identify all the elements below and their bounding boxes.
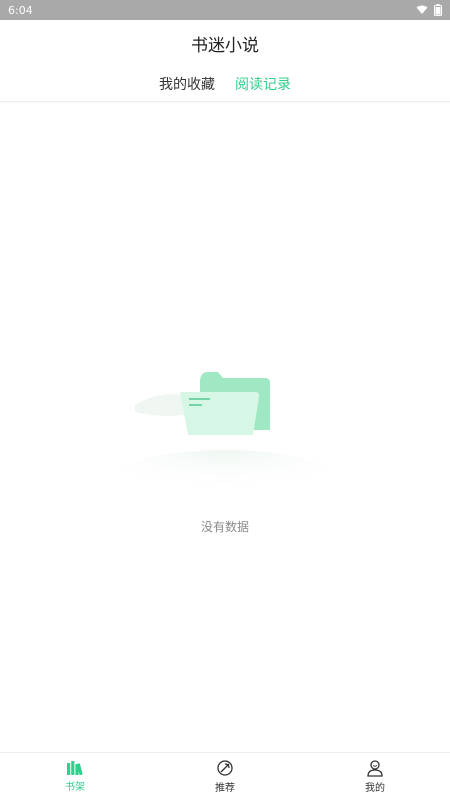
recommend-icon bbox=[216, 759, 234, 777]
empty-message: 没有数据 bbox=[200, 520, 249, 534]
empty-folder-icon bbox=[100, 360, 350, 510]
battery-icon bbox=[434, 4, 442, 16]
tab-favorites[interactable]: 我的收藏 bbox=[159, 74, 215, 94]
profile-icon bbox=[366, 759, 384, 777]
bottom-nav: 书架 推荐 我的 bbox=[0, 752, 450, 800]
nav-item-bookshelf[interactable]: 书架 bbox=[35, 755, 115, 799]
nav-item-profile[interactable]: 我的 bbox=[335, 755, 415, 799]
tab-bar: 我的收藏 阅读记录 bbox=[0, 66, 450, 102]
tab-reading-history[interactable]: 阅读记录 bbox=[235, 74, 291, 94]
page-title: 书迷小说 bbox=[191, 35, 259, 56]
wifi-icon bbox=[416, 5, 428, 15]
nav-label-profile: 我的 bbox=[365, 783, 385, 794]
nav-label-recommend: 推荐 bbox=[215, 783, 235, 794]
bookshelf-icon bbox=[66, 760, 84, 776]
status-time: 6:04 bbox=[8, 3, 33, 17]
nav-label-bookshelf: 书架 bbox=[65, 782, 85, 793]
status-bar: 6:04 bbox=[0, 0, 450, 20]
nav-item-recommend[interactable]: 推荐 bbox=[185, 755, 265, 799]
status-icons bbox=[416, 4, 442, 16]
